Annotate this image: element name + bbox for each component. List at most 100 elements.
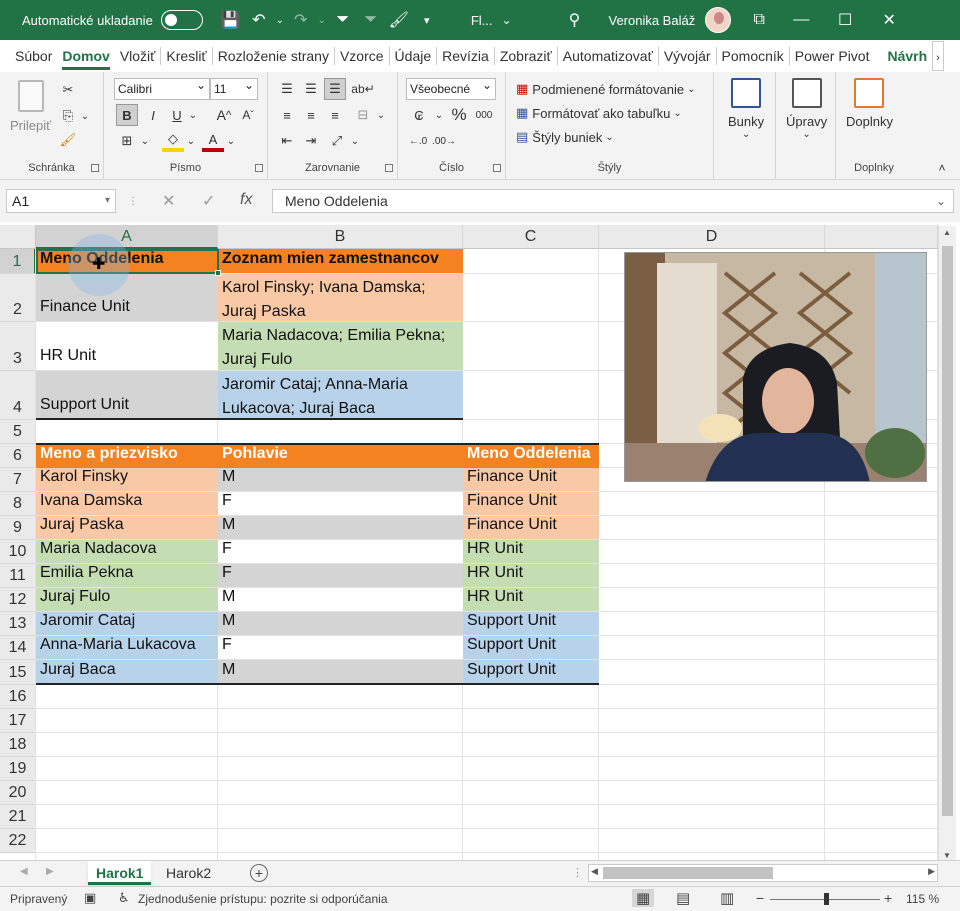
user-name[interactable]: Veronika Baláž: [608, 13, 695, 28]
table2-name-cell[interactable]: Juraj Paska: [36, 516, 218, 539]
format-painter-icon[interactable]: 🖌: [58, 130, 78, 150]
page-layout-view-icon[interactable]: ▤: [676, 889, 690, 907]
borders-icon[interactable]: ⊞: [116, 130, 138, 152]
italic-button[interactable]: I: [142, 104, 164, 126]
row-header-14[interactable]: 14: [0, 636, 36, 660]
percent-button[interactable]: %: [448, 104, 470, 126]
avatar[interactable]: [705, 7, 732, 33]
addins-button[interactable]: Doplnky: [846, 78, 893, 129]
table2-dept-cell[interactable]: Support Unit: [463, 660, 599, 684]
row-header-9[interactable]: 9: [0, 516, 36, 540]
table2-dept-cell[interactable]: Support Unit: [463, 636, 599, 659]
tab-draw[interactable]: Kresliť: [161, 40, 211, 72]
column-header-b[interactable]: B: [218, 225, 463, 249]
table1-names-cell[interactable]: Karol Finsky; Ivana Damska; Juraj Paska: [218, 274, 463, 321]
table1-dept-cell[interactable]: Finance Unit: [36, 274, 218, 321]
row-header-10[interactable]: 10: [0, 540, 36, 564]
undo-dropdown-icon[interactable]: ⌄: [273, 6, 287, 34]
fill-color-icon[interactable]: ◇: [162, 130, 184, 152]
tab-file[interactable]: Súbor: [10, 40, 57, 72]
table2-gender-cell[interactable]: M: [218, 516, 463, 539]
table2-gender-cell[interactable]: M: [218, 588, 463, 611]
row-header-12[interactable]: 12: [0, 588, 36, 612]
tab-split-handle-icon[interactable]: ⋮: [572, 866, 583, 879]
underline-button[interactable]: U: [166, 104, 188, 126]
filename-dropdown-icon[interactable]: ⌄: [492, 6, 520, 34]
expand-formula-bar-icon[interactable]: ⌄: [936, 194, 946, 208]
tab-review[interactable]: Revízia: [437, 40, 494, 72]
insert-function-icon[interactable]: fx: [240, 191, 252, 209]
row-header-5[interactable]: 5: [0, 420, 36, 444]
tabs-scroll-right-icon[interactable]: ›: [932, 41, 944, 71]
row-header-21[interactable]: 21: [0, 805, 36, 829]
row-header-6[interactable]: 6: [0, 444, 36, 468]
add-sheet-icon[interactable]: +: [250, 864, 268, 882]
row-header-22[interactable]: 22: [0, 829, 36, 853]
decrease-decimal-icon[interactable]: .00→: [432, 130, 456, 152]
row-header-8[interactable]: 8: [0, 492, 36, 516]
decrease-indent-icon[interactable]: ⇤: [276, 130, 298, 152]
table2-dept-cell[interactable]: HR Unit: [463, 540, 599, 563]
row-header-19[interactable]: 19: [0, 757, 36, 781]
format-painter-icon[interactable]: 🖌: [385, 6, 413, 34]
row-header-7[interactable]: 7: [0, 468, 36, 492]
undo-icon[interactable]: ↶: [245, 6, 273, 34]
tab-data[interactable]: Údaje: [390, 40, 437, 72]
scroll-left-icon[interactable]: ◀: [591, 866, 598, 877]
scroll-up-icon[interactable]: ▲: [943, 228, 951, 237]
table2-header-name[interactable]: Meno a priezvisko: [36, 445, 218, 468]
column-header-e[interactable]: [825, 225, 938, 249]
row-header-20[interactable]: 20: [0, 781, 36, 805]
customize-toolbar-icon[interactable]: ▾: [413, 6, 441, 34]
enter-icon[interactable]: ✓: [202, 191, 215, 211]
row-header-18[interactable]: 18: [0, 733, 36, 757]
table1-header-names[interactable]: Zoznam mien zamestnancov: [218, 249, 463, 273]
select-all-corner[interactable]: [0, 225, 36, 249]
page-break-view-icon[interactable]: ▥: [720, 889, 734, 907]
font-size-select[interactable]: 11: [210, 75, 258, 100]
table2-name-cell[interactable]: Ivana Damska: [36, 492, 218, 515]
tab-developer[interactable]: Vývojár: [659, 40, 716, 72]
number-format-select[interactable]: Všeobecné: [406, 75, 496, 100]
row-header-4[interactable]: 4: [0, 371, 36, 420]
accessibility-status[interactable]: Zjednodušenie prístupu: pozrite si odpor…: [138, 892, 388, 906]
underline-dropdown-icon[interactable]: ⌄: [188, 104, 198, 126]
sheet-tab-harok2[interactable]: Harok2: [158, 861, 219, 885]
row-header-1[interactable]: 1: [0, 249, 36, 274]
redo-icon[interactable]: ↷: [287, 6, 315, 34]
font-color-icon[interactable]: A: [202, 130, 224, 152]
autosave-toggle[interactable]: [160, 10, 203, 30]
table1-dept-cell[interactable]: HR Unit: [36, 322, 218, 370]
tab-page-layout[interactable]: Rozloženie strany: [213, 40, 334, 72]
sheet-next-icon[interactable]: ▶: [46, 866, 54, 877]
table2-name-cell[interactable]: Emilia Pekna: [36, 564, 218, 587]
column-header-c[interactable]: C: [463, 225, 599, 249]
align-right-icon[interactable]: ≡: [324, 104, 346, 126]
align-top-icon[interactable]: ☰: [276, 78, 298, 100]
minimize-icon[interactable]: —: [779, 11, 823, 29]
table2-header-gender[interactable]: Pohlavie: [218, 445, 463, 468]
table2-dept-cell[interactable]: Finance Unit: [463, 492, 599, 515]
table2-dept-cell[interactable]: Finance Unit: [463, 468, 599, 491]
maximize-icon[interactable]: ☐: [823, 10, 867, 30]
zoom-in-icon[interactable]: +: [884, 890, 892, 906]
align-center-icon[interactable]: ≡: [300, 104, 322, 126]
table2-name-cell[interactable]: Anna-Maria Lukacova: [36, 636, 218, 659]
horizontal-scrollbar[interactable]: ◀ ▶: [588, 864, 938, 882]
tab-design[interactable]: Návrh: [882, 40, 932, 72]
merge-center-icon[interactable]: ⊟: [352, 104, 374, 126]
table1-names-cell[interactable]: Maria Nadacova; Emilia Pekna; Juraj Fulo: [218, 322, 463, 370]
sheet-prev-icon[interactable]: ◀: [20, 866, 28, 877]
borders-dropdown-icon[interactable]: ⌄: [140, 130, 150, 152]
merge-dropdown-icon[interactable]: ⌄: [376, 104, 386, 126]
vertical-scrollbar[interactable]: ▲ ▼: [938, 226, 956, 862]
thousands-separator-button[interactable]: 000: [472, 104, 496, 126]
align-middle-icon[interactable]: ☰: [300, 78, 322, 100]
cut-icon[interactable]: ✂: [58, 80, 78, 100]
clear-filter-icon[interactable]: ⏷: [357, 6, 385, 34]
shrink-font-icon[interactable]: Aˇ: [238, 104, 258, 126]
collapse-ribbon-icon[interactable]: ˄: [936, 161, 948, 175]
name-box[interactable]: A1: [6, 189, 116, 213]
number-launcher-icon[interactable]: [493, 164, 501, 172]
horizontal-scroll-thumb[interactable]: [603, 867, 773, 879]
